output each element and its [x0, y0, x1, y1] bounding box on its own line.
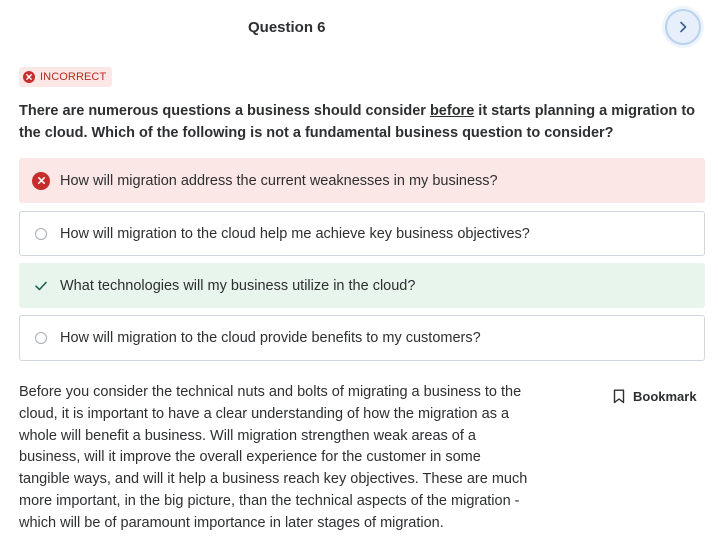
- x-circle-icon: [32, 171, 50, 190]
- answer-option-a[interactable]: How will migration address the current w…: [19, 158, 705, 203]
- radio-button-icon: [32, 329, 50, 347]
- answer-option-c[interactable]: What technologies will my business utili…: [19, 263, 705, 308]
- bookmark-label: Bookmark: [633, 389, 697, 404]
- next-question-button[interactable]: [665, 9, 701, 45]
- answer-option-label: How will migration to the cloud help me …: [60, 225, 530, 242]
- answer-option-b[interactable]: How will migration to the cloud help me …: [19, 211, 705, 256]
- answer-option-d[interactable]: How will migration to the cloud provide …: [19, 315, 705, 361]
- incorrect-status-badge: INCORRECT: [19, 67, 113, 87]
- question-text: There are numerous questions a business …: [19, 100, 709, 144]
- bookmark-icon: [613, 389, 625, 404]
- question-emphasis: before: [429, 103, 475, 119]
- status-label: INCORRECT: [40, 71, 107, 83]
- answer-explanation: Before you consider the technical nuts a…: [19, 384, 528, 531]
- checkmark-icon: [32, 277, 50, 295]
- bookmark-button[interactable]: Bookmark: [613, 389, 697, 404]
- chevron-right-icon: [676, 20, 690, 34]
- answer-option-label: What technologies will my business utili…: [60, 277, 416, 294]
- quiz-review-page: Question 6 INCORRECT There are numerous …: [0, 0, 718, 541]
- answer-option-label: How will migration address the current w…: [60, 172, 498, 189]
- question-number-title: Question 6: [248, 19, 326, 36]
- radio-button-icon: [32, 225, 50, 243]
- question-text-part1: There are numerous questions a business …: [19, 103, 430, 119]
- x-circle-icon: [23, 71, 35, 83]
- answer-option-label: How will migration to the cloud provide …: [60, 330, 481, 346]
